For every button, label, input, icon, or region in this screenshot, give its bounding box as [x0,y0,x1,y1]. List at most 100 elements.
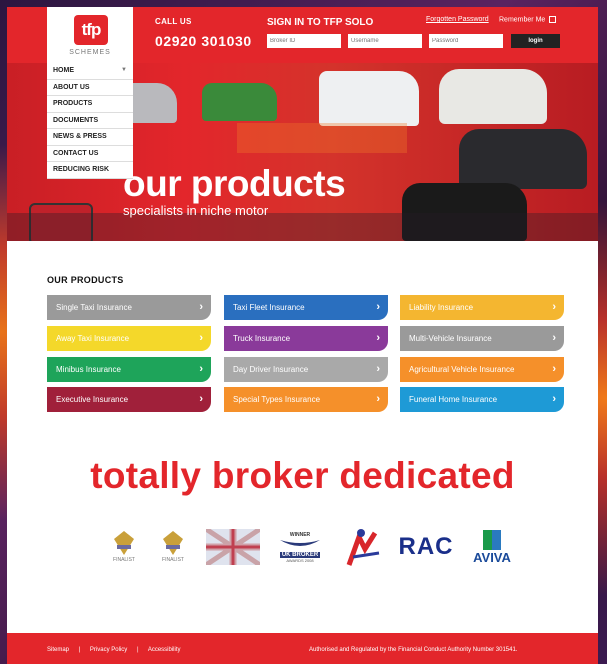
finalist-award-2: FINALIST [156,522,190,572]
hero-image-black-car [459,129,587,189]
product-label: Multi-Vehicle Insurance [409,334,492,343]
aviva-label: AVIVA [473,549,511,565]
product-button[interactable]: Single Taxi Insurance › [47,295,211,320]
nav-item-contact-us[interactable]: CONTACT US [47,146,133,162]
nav-item-reducing-risk[interactable]: REDUCING RISK [47,162,133,179]
product-label: Funeral Home Insurance [409,395,498,404]
accessibility-link[interactable]: Accessibility [148,647,181,653]
nav-item-label: DOCUMENTS [53,116,99,124]
checkbox-icon[interactable] [549,16,557,23]
product-button[interactable]: Special Types Insurance › [224,387,388,412]
award-sub-label: AWARDS 2008 [286,557,314,563]
hero-image-vintage-car [439,69,547,124]
main-nav: HOME ▼ ABOUT US PRODUCTS DOCUMENTS NEWS … [47,63,133,179]
footer-separator: | [136,647,139,653]
chevron-right-icon: › [552,363,556,375]
hero-image-green-car [202,83,277,121]
chevron-right-icon: › [376,363,380,375]
products-heading: OUR PRODUCTS [47,275,124,285]
rac-logo: RAC [395,522,457,572]
chevron-right-icon: › [199,363,203,375]
sitemap-link[interactable]: Sitemap [47,647,69,653]
privacy-policy-link[interactable]: Privacy Policy [90,647,127,653]
uk-flag-award [205,522,261,572]
nav-item-label: REDUCING RISK [53,166,110,173]
nav-item-news-press[interactable]: NEWS & PRESS [47,129,133,146]
nav-item-home[interactable]: HOME ▼ [47,63,133,80]
tagline: totally broker dedicated [90,455,515,496]
product-label: Truck Insurance [233,334,291,343]
rac-label: RAC [398,533,454,560]
page: CALL US 02920 301030 SIGN IN TO TFP SOLO… [7,7,598,664]
product-label: Single Taxi Insurance [56,303,132,312]
award-emblem-icon [114,531,134,555]
product-button[interactable]: Day Driver Insurance › [224,357,388,382]
logo-mark: tfp [74,15,108,45]
regulatory-statement: Authorised and Regulated by the Financia… [309,647,518,653]
footer-links: Sitemap | Privacy Policy | Accessibility [47,647,181,653]
chevron-down-icon: ▼ [121,67,127,73]
nav-item-label: PRODUCTS [53,100,93,107]
remember-me-checkbox[interactable]: Remember Me [499,16,557,24]
forgotten-password-link[interactable]: Forgotten Password [426,16,489,23]
hero-image-orange-stripe [237,123,407,153]
product-label: Day Driver Insurance [233,365,309,374]
footer-separator: | [78,647,81,653]
finalist-label: FINALIST [162,557,184,563]
finalist-award-1: FINALIST [107,522,141,572]
chevron-right-icon: › [376,301,380,313]
footer: Sitemap | Privacy Policy | Accessibility… [7,633,598,664]
product-label: Minibus Insurance [56,365,121,374]
login-button[interactable]: login [511,34,560,48]
product-label: Taxi Fleet Insurance [233,303,305,312]
password-input[interactable] [429,34,503,48]
nav-item-documents[interactable]: DOCUMENTS [47,113,133,129]
phone-number[interactable]: 02920 301030 [155,33,252,49]
union-flag-icon [206,529,260,565]
hero-image-dark-strip [7,213,598,241]
product-button[interactable]: Truck Insurance › [224,326,388,351]
chevron-right-icon: › [376,393,380,405]
chevron-right-icon: › [199,332,203,344]
nav-item-label: ABOUT US [53,83,90,91]
product-button[interactable]: Away Taxi Insurance › [47,326,211,351]
chevron-right-icon: › [199,393,203,405]
product-button[interactable]: Funeral Home Insurance › [400,387,564,412]
product-button[interactable]: Minibus Insurance › [47,357,211,382]
aviva-logo: AVIVA [461,522,523,572]
hero-subtitle: specialists in niche motor [123,203,269,218]
product-label: Liability Insurance [409,303,474,312]
product-button[interactable]: Liability Insurance › [400,295,564,320]
logo-subtitle: SCHEMES [69,49,111,56]
hero-title: our products [123,163,346,204]
runner-figure-icon [346,529,380,566]
broker-id-input[interactable] [267,34,341,48]
chevron-right-icon: › [552,393,556,405]
call-us-label: CALL US [155,17,192,26]
product-button[interactable]: Executive Insurance › [47,387,211,412]
hero-image-white-minibus [319,71,419,126]
product-button[interactable]: Taxi Fleet Insurance › [224,295,388,320]
product-button[interactable]: Agricultural Vehicle Insurance › [400,357,564,382]
product-button[interactable]: Multi-Vehicle Insurance › [400,326,564,351]
chevron-right-icon: › [552,332,556,344]
finalist-label: FINALIST [113,557,135,563]
nav-item-label: CONTACT US [53,149,99,157]
username-input[interactable] [348,34,422,48]
product-label: Agricultural Vehicle Insurance [409,365,515,374]
product-label: Executive Insurance [56,395,129,404]
chevron-right-icon: › [552,301,556,313]
product-label: Special Types Insurance [233,395,321,404]
product-label: Away Taxi Insurance [56,334,130,343]
tfp-logo[interactable]: tfp SCHEMES [47,7,133,70]
uk-broker-award: WINNER UK BROKER AWARDS 2008 [277,522,323,572]
remember-me-label: Remember Me [499,16,546,24]
nav-item-products[interactable]: PRODUCTS [47,96,133,113]
wings-icon [280,539,320,546]
chevron-right-icon: › [376,332,380,344]
chevron-right-icon: › [199,301,203,313]
nav-item-about-us[interactable]: ABOUT US [47,80,133,96]
award-emblem-icon [163,531,183,555]
aviva-mark-icon [483,529,501,550]
nav-item-label: HOME [53,67,74,74]
